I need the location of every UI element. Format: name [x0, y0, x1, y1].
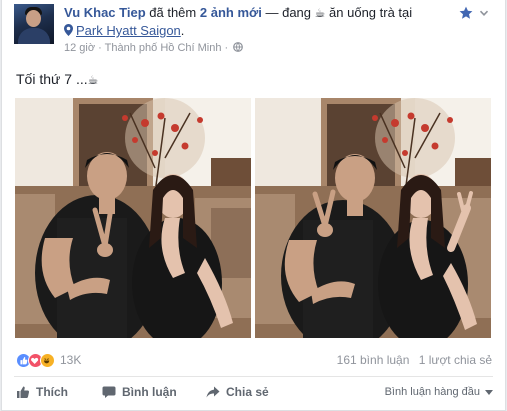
globe-icon[interactable]: [233, 42, 244, 52]
post-meta: 12 giờ · Thành phố Hồ Chí Minh ·: [64, 41, 244, 55]
post-photo-1[interactable]: [15, 98, 251, 338]
share-label: Chia sẻ: [226, 385, 269, 399]
caret-down-icon: [485, 389, 493, 395]
location-pin-icon: [64, 24, 73, 36]
post-actions: Thích Bình luận Chia sẻ Bình luận hàng đ…: [16, 385, 493, 405]
author-name-link[interactable]: Vu Khac Tiep: [64, 5, 146, 20]
meta-separator-2: ·: [224, 42, 229, 54]
like-label: Thích: [36, 385, 68, 399]
activity-rest: ăn uống trà tại: [329, 5, 413, 20]
comment-icon: [102, 386, 116, 398]
haha-reaction-icon: [40, 352, 55, 368]
comment-button[interactable]: Bình luận: [102, 385, 177, 399]
thumbs-up-icon: [17, 386, 30, 398]
post-headline: Vu Khac Tiep đã thêm 2 ảnh mới — đang ☕ …: [64, 5, 412, 21]
location-suffix: .: [180, 23, 185, 38]
engagement-stats: 161 bình luận 1 lượt chia sẻ: [337, 353, 492, 367]
action-text: đã thêm: [149, 5, 197, 20]
share-arrow-icon: [206, 386, 220, 398]
avatar-shirt: [18, 28, 50, 44]
post-header: Vu Khac Tiep đã thêm 2 ảnh mới — đang ☕ …: [12, 4, 495, 55]
reactions-summary[interactable]: 13K: [16, 352, 81, 368]
coffee-cup-icon: ☕: [314, 6, 326, 20]
message-text: Tối thứ 7 ...: [16, 71, 88, 87]
comment-label: Bình luận: [122, 385, 177, 399]
photos-link[interactable]: 2 ảnh mới: [200, 5, 262, 20]
share-count-link[interactable]: 1 lượt chia sẻ: [419, 353, 492, 367]
sort-label: Bình luận hàng đầu: [384, 386, 480, 398]
post-city[interactable]: Thành phố Hồ Chí Minh: [105, 42, 222, 54]
star-icon[interactable]: [459, 6, 473, 20]
author-avatar[interactable]: [14, 4, 54, 44]
meta-separator: ·: [98, 42, 102, 54]
post-photo-2[interactable]: [255, 98, 491, 338]
photo-2-image: [255, 98, 491, 338]
coffee-cup-icon: ☕: [87, 73, 99, 87]
comment-sort-dropdown[interactable]: Bình luận hàng đầu: [385, 386, 493, 398]
actions-divider: [14, 376, 493, 377]
feed-post: Vu Khac Tiep đã thêm 2 ảnh mới — đang ☕ …: [1, 0, 506, 411]
post-time[interactable]: 12 giờ: [64, 42, 95, 54]
location-link[interactable]: Park Hyatt Saigon: [76, 23, 181, 38]
avatar-face: [26, 10, 41, 27]
photo-1-image: [15, 98, 251, 338]
chevron-down-icon[interactable]: [479, 8, 489, 18]
like-button[interactable]: Thích: [16, 385, 68, 399]
comment-count-link[interactable]: 161 bình luận: [337, 353, 410, 367]
reaction-count[interactable]: 13K: [60, 353, 81, 367]
post-location: Park Hyatt Saigon.: [64, 23, 184, 39]
post-message: Tối thứ 7 ...☕: [16, 70, 98, 89]
activity-text: — đang: [265, 5, 312, 20]
share-button[interactable]: Chia sẻ: [206, 385, 269, 399]
